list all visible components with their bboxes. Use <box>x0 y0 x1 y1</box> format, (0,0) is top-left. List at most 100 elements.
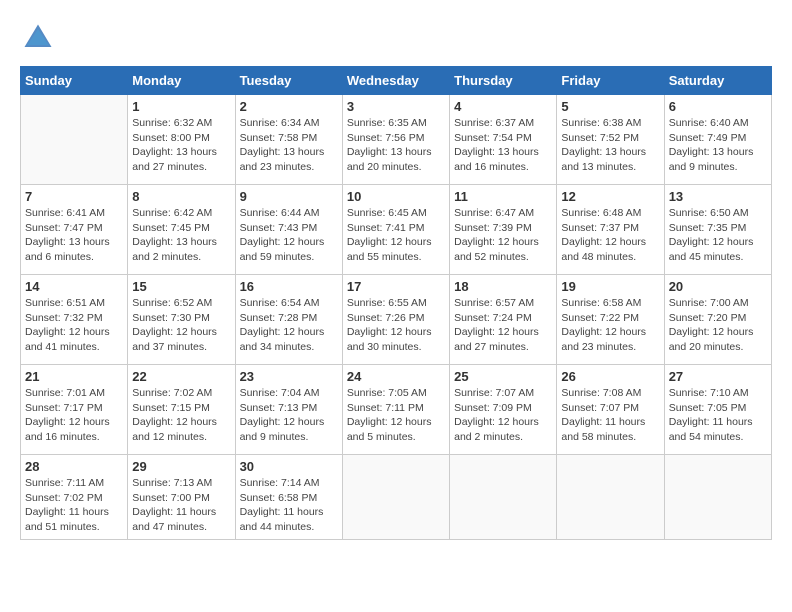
calendar-cell: 19 Sunrise: 6:58 AM Sunset: 7:22 PM Dayli… <box>557 275 664 365</box>
day-info: Sunrise: 6:35 AM Sunset: 7:56 PM Dayligh… <box>347 116 445 175</box>
calendar-cell: 11Sunrise: 6:47 AM Sunset: 7:39 PM Dayli… <box>450 185 557 275</box>
weekday-header-tuesday: Tuesday <box>235 67 342 95</box>
calendar-cell: 23 Sunrise: 7:04 AM Sunset: 7:13 PM Dayli… <box>235 365 342 455</box>
weekday-header-row: SundayMondayTuesdayWednesdayThursdayFrid… <box>21 67 772 95</box>
calendar-cell <box>664 455 771 540</box>
calendar-cell: 6Sunrise: 6:40 AM Sunset: 7:49 PM Daylig… <box>664 95 771 185</box>
calendar-cell: 2 Sunrise: 6:34 AM Sunset: 7:58 PM Daylig… <box>235 95 342 185</box>
day-number: 25 <box>454 369 552 384</box>
day-info: Sunrise: 6:48 AM Sunset: 7:37 PM Dayligh… <box>561 206 659 265</box>
day-number: 21 <box>25 369 123 384</box>
day-number: 26 <box>561 369 659 384</box>
calendar: SundayMondayTuesdayWednesdayThursdayFrid… <box>20 66 772 540</box>
calendar-cell: 9 Sunrise: 6:44 AM Sunset: 7:43 PM Daylig… <box>235 185 342 275</box>
calendar-cell: 14 Sunrise: 6:51 AM Sunset: 7:32 PM Dayli… <box>21 275 128 365</box>
day-info: Sunrise: 7:01 AM Sunset: 7:17 PM Dayligh… <box>25 386 123 445</box>
calendar-cell: 22 Sunrise: 7:02 AM Sunset: 7:15 PM Dayli… <box>128 365 235 455</box>
day-info: Sunrise: 6:40 AM Sunset: 7:49 PM Dayligh… <box>669 116 767 175</box>
calendar-cell: 4 Sunrise: 6:37 AM Sunset: 7:54 PM Daylig… <box>450 95 557 185</box>
day-number: 17 <box>347 279 445 294</box>
weekday-header-wednesday: Wednesday <box>342 67 449 95</box>
calendar-cell: 5 Sunrise: 6:38 AM Sunset: 7:52 PM Daylig… <box>557 95 664 185</box>
week-row-2: 7Sunrise: 6:41 AM Sunset: 7:47 PM Daylig… <box>21 185 772 275</box>
calendar-cell <box>557 455 664 540</box>
calendar-cell: 16 Sunrise: 6:54 AM Sunset: 7:28 PM Dayli… <box>235 275 342 365</box>
day-number: 3 <box>347 99 445 114</box>
day-number: 16 <box>240 279 338 294</box>
day-info: Sunrise: 6:54 AM Sunset: 7:28 PM Dayligh… <box>240 296 338 355</box>
day-info: Sunrise: 6:32 AM Sunset: 8:00 PM Dayligh… <box>132 116 230 175</box>
calendar-cell: 20 Sunrise: 7:00 AM Sunset: 7:20 PM Dayli… <box>664 275 771 365</box>
week-row-1: 1 Sunrise: 6:32 AM Sunset: 8:00 PM Daylig… <box>21 95 772 185</box>
day-info: Sunrise: 6:52 AM Sunset: 7:30 PM Dayligh… <box>132 296 230 355</box>
day-info: Sunrise: 6:38 AM Sunset: 7:52 PM Dayligh… <box>561 116 659 175</box>
day-number: 10 <box>347 189 445 204</box>
day-number: 23 <box>240 369 338 384</box>
day-number: 9 <box>240 189 338 204</box>
day-info: Sunrise: 7:02 AM Sunset: 7:15 PM Dayligh… <box>132 386 230 445</box>
calendar-cell: 18 Sunrise: 6:57 AM Sunset: 7:24 PM Dayli… <box>450 275 557 365</box>
day-number: 30 <box>240 459 338 474</box>
calendar-cell: 12 Sunrise: 6:48 AM Sunset: 7:37 PM Dayli… <box>557 185 664 275</box>
calendar-cell: 26 Sunrise: 7:08 AM Sunset: 7:07 PM Dayli… <box>557 365 664 455</box>
day-number: 29 <box>132 459 230 474</box>
calendar-cell: 24 Sunrise: 7:05 AM Sunset: 7:11 PM Dayli… <box>342 365 449 455</box>
day-number: 22 <box>132 369 230 384</box>
day-info: Sunrise: 6:45 AM Sunset: 7:41 PM Dayligh… <box>347 206 445 265</box>
day-number: 2 <box>240 99 338 114</box>
day-number: 20 <box>669 279 767 294</box>
day-info: Sunrise: 6:42 AM Sunset: 7:45 PM Dayligh… <box>132 206 230 265</box>
weekday-header-thursday: Thursday <box>450 67 557 95</box>
day-info: Sunrise: 6:50 AM Sunset: 7:35 PM Dayligh… <box>669 206 767 265</box>
calendar-cell: 27 Sunrise: 7:10 AM Sunset: 7:05 PM Dayli… <box>664 365 771 455</box>
day-info: Sunrise: 7:13 AM Sunset: 7:00 PM Dayligh… <box>132 476 230 535</box>
day-number: 24 <box>347 369 445 384</box>
day-number: 18 <box>454 279 552 294</box>
weekday-header-friday: Friday <box>557 67 664 95</box>
calendar-cell: 13 Sunrise: 6:50 AM Sunset: 7:35 PM Dayli… <box>664 185 771 275</box>
calendar-cell <box>342 455 449 540</box>
day-info: Sunrise: 7:10 AM Sunset: 7:05 PM Dayligh… <box>669 386 767 445</box>
day-info: Sunrise: 6:57 AM Sunset: 7:24 PM Dayligh… <box>454 296 552 355</box>
page-header <box>20 20 772 56</box>
week-row-5: 28Sunrise: 7:11 AM Sunset: 7:02 PM Dayli… <box>21 455 772 540</box>
day-number: 19 <box>561 279 659 294</box>
week-row-3: 14 Sunrise: 6:51 AM Sunset: 7:32 PM Dayli… <box>21 275 772 365</box>
calendar-cell: 3 Sunrise: 6:35 AM Sunset: 7:56 PM Daylig… <box>342 95 449 185</box>
calendar-cell: 21 Sunrise: 7:01 AM Sunset: 7:17 PM Dayli… <box>21 365 128 455</box>
day-info: Sunrise: 6:58 AM Sunset: 7:22 PM Dayligh… <box>561 296 659 355</box>
day-info: Sunrise: 6:51 AM Sunset: 7:32 PM Dayligh… <box>25 296 123 355</box>
calendar-cell <box>450 455 557 540</box>
day-number: 14 <box>25 279 123 294</box>
day-info: Sunrise: 6:44 AM Sunset: 7:43 PM Dayligh… <box>240 206 338 265</box>
weekday-header-saturday: Saturday <box>664 67 771 95</box>
day-info: Sunrise: 7:08 AM Sunset: 7:07 PM Dayligh… <box>561 386 659 445</box>
day-number: 13 <box>669 189 767 204</box>
day-number: 27 <box>669 369 767 384</box>
calendar-cell: 8 Sunrise: 6:42 AM Sunset: 7:45 PM Daylig… <box>128 185 235 275</box>
calendar-cell: 29 Sunrise: 7:13 AM Sunset: 7:00 PM Dayli… <box>128 455 235 540</box>
day-number: 5 <box>561 99 659 114</box>
day-number: 4 <box>454 99 552 114</box>
calendar-cell: 28Sunrise: 7:11 AM Sunset: 7:02 PM Dayli… <box>21 455 128 540</box>
day-info: Sunrise: 6:47 AM Sunset: 7:39 PM Dayligh… <box>454 206 552 265</box>
calendar-cell: 10 Sunrise: 6:45 AM Sunset: 7:41 PM Dayli… <box>342 185 449 275</box>
logo <box>20 20 60 56</box>
day-info: Sunrise: 6:37 AM Sunset: 7:54 PM Dayligh… <box>454 116 552 175</box>
day-number: 1 <box>132 99 230 114</box>
weekday-header-sunday: Sunday <box>21 67 128 95</box>
day-info: Sunrise: 7:14 AM Sunset: 6:58 PM Dayligh… <box>240 476 338 535</box>
day-info: Sunrise: 7:11 AM Sunset: 7:02 PM Dayligh… <box>25 476 123 535</box>
day-number: 15 <box>132 279 230 294</box>
day-info: Sunrise: 7:04 AM Sunset: 7:13 PM Dayligh… <box>240 386 338 445</box>
calendar-cell: 25 Sunrise: 7:07 AM Sunset: 7:09 PM Dayli… <box>450 365 557 455</box>
day-info: Sunrise: 6:34 AM Sunset: 7:58 PM Dayligh… <box>240 116 338 175</box>
day-info: Sunrise: 7:05 AM Sunset: 7:11 PM Dayligh… <box>347 386 445 445</box>
calendar-cell <box>21 95 128 185</box>
week-row-4: 21 Sunrise: 7:01 AM Sunset: 7:17 PM Dayli… <box>21 365 772 455</box>
day-number: 12 <box>561 189 659 204</box>
day-info: Sunrise: 7:00 AM Sunset: 7:20 PM Dayligh… <box>669 296 767 355</box>
day-number: 7 <box>25 189 123 204</box>
day-number: 8 <box>132 189 230 204</box>
day-info: Sunrise: 7:07 AM Sunset: 7:09 PM Dayligh… <box>454 386 552 445</box>
